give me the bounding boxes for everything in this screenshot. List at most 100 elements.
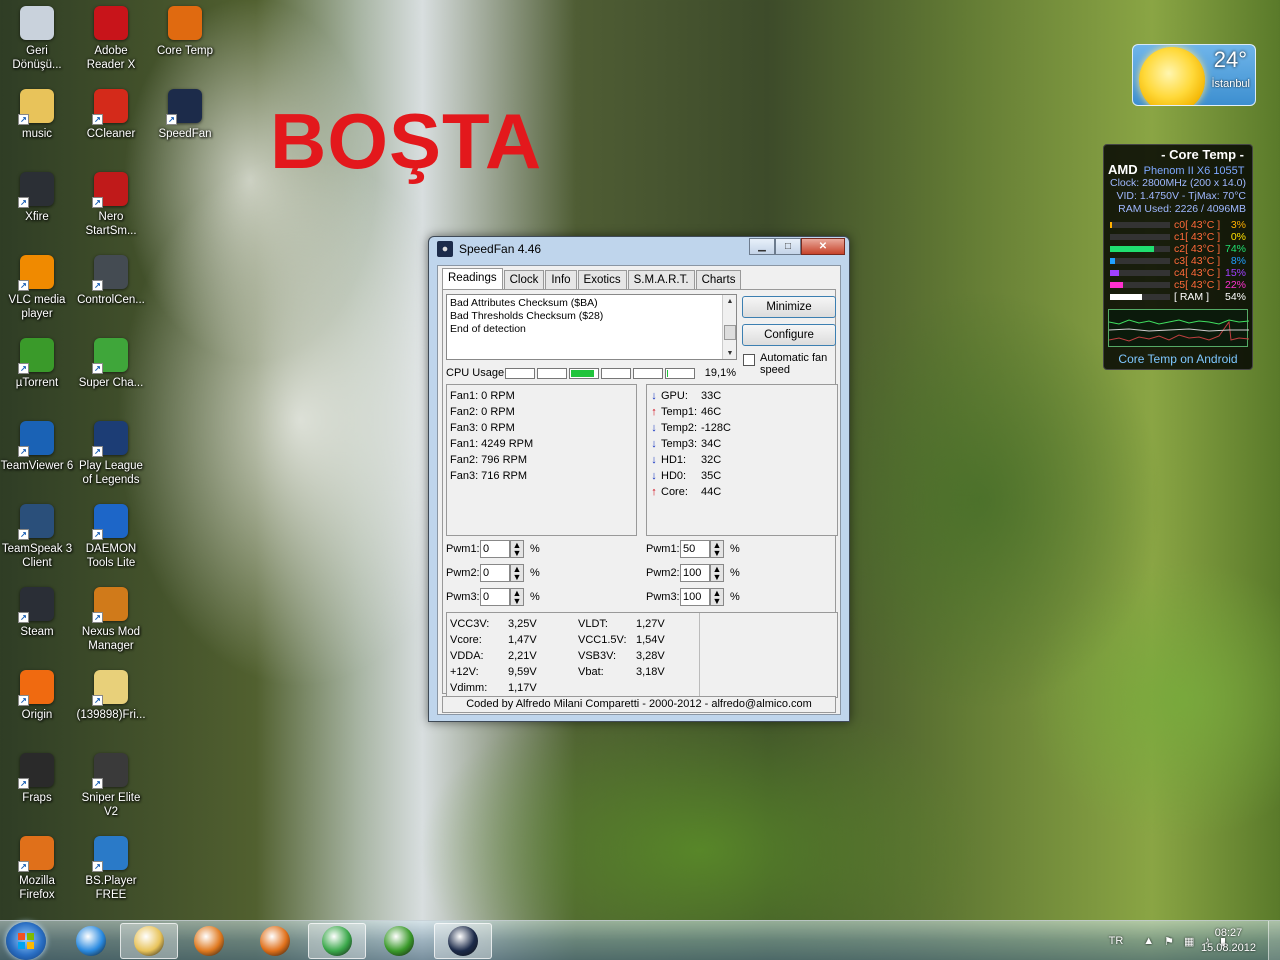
cpu-usage-row: CPU Usage 19,1% <box>446 366 736 380</box>
pwm-spinner[interactable]: ▲ ▼ <box>510 588 524 606</box>
desktop-icon[interactable]: ↗ music <box>0 89 74 141</box>
pwm-input[interactable]: 0 <box>480 564 510 582</box>
scroll-up-icon[interactable]: ▲ <box>723 295 737 307</box>
pwm-input[interactable]: 0 <box>480 588 510 606</box>
temp-name: GPU: <box>661 390 688 402</box>
configure-button[interactable]: Configure <box>742 324 836 346</box>
pwm-spinner[interactable]: ▲ ▼ <box>710 540 724 558</box>
desktop-icon[interactable]: ↗ TeamSpeak 3 Client <box>0 504 74 570</box>
auto-fan-speed-checkbox[interactable]: Automatic fan speed <box>741 352 841 376</box>
pwm-spinner[interactable]: ▲ ▼ <box>510 564 524 582</box>
desktop-icon[interactable]: ↗ TeamViewer 6 <box>0 421 74 473</box>
pwm-input[interactable]: 50 <box>680 540 710 558</box>
core-load-row: c3[ 43°C ] 8% <box>1108 255 1248 267</box>
desktop-icon[interactable]: ↗ Nexus Mod Manager <box>74 587 148 653</box>
taskbar-app-button[interactable] <box>62 923 120 959</box>
close-window-button[interactable]: ✕ <box>801 238 845 255</box>
start-button[interactable] <box>6 922 46 960</box>
minimize-button[interactable]: Minimize <box>742 296 836 318</box>
taskbar-app-button[interactable] <box>308 923 366 959</box>
desktop-icon[interactable]: ↗ Origin <box>0 670 74 722</box>
desktop-icon[interactable]: Geri Dönüşü... <box>0 6 74 72</box>
temp-name: Temp3: <box>661 438 698 450</box>
show-desktop-button[interactable] <box>1268 921 1280 960</box>
checkbox-box[interactable] <box>743 354 755 366</box>
temp-reading: ↓ HD1: 32C <box>647 452 837 468</box>
desktop-icon[interactable]: ↗ Play League of Legends <box>74 421 148 487</box>
action-center-icon[interactable]: ⚑ <box>1164 935 1174 948</box>
desktop-icon[interactable]: ↗ Super Cha... <box>74 338 148 390</box>
clock[interactable]: 08:27 15.08.2012 <box>1201 926 1256 956</box>
core-temp-android-link[interactable]: Core Temp on Android <box>1104 352 1252 366</box>
desktop-icon[interactable]: ↗ DAEMON Tools Lite <box>74 504 148 570</box>
desktop-icon[interactable]: Adobe Reader X <box>74 6 148 72</box>
tray-expand-icon[interactable]: ▲ <box>1143 935 1154 947</box>
detection-log[interactable]: Bad Attributes Checksum ($BA) Bad Thresh… <box>446 294 737 360</box>
speedfan-icon: ↗ <box>166 89 202 125</box>
desktop-icon[interactable]: Core Temp <box>148 6 222 58</box>
tab-charts[interactable]: Charts <box>695 270 742 289</box>
scroll-thumb[interactable] <box>724 325 736 340</box>
voltage-reading: VDDA: 2,21V <box>450 648 537 664</box>
desktop-icon-label: ControlCen... <box>77 294 145 306</box>
core-label: c0[ 43°C ] <box>1174 219 1221 231</box>
taskbar-app-button[interactable] <box>120 923 178 959</box>
tab-clock[interactable]: Clock <box>503 270 545 289</box>
shortcut-arrow-icon: ↗ <box>92 197 103 208</box>
taskbar-app-button[interactable] <box>180 923 238 959</box>
title-bar[interactable]: SpeedFan 4.46 ▁ □ ✕ <box>429 237 849 261</box>
core-load-bar <box>1110 282 1170 288</box>
weather-temp: 24° <box>1213 47 1247 72</box>
taskbar-app-button[interactable] <box>246 923 304 959</box>
desktop-icon[interactable]: ↗ ControlCen... <box>74 255 148 307</box>
pwm-spinner[interactable]: ▲ ▼ <box>710 564 724 582</box>
overlay-text: BOŞTA <box>270 97 543 185</box>
core-percent: 0% <box>1230 231 1246 243</box>
shortcut-arrow-icon: ↗ <box>18 861 29 872</box>
desktop-icon[interactable]: ↗ Mozilla Firefox <box>0 836 74 902</box>
speedfan-icon <box>448 926 478 956</box>
core-load-bar <box>1110 270 1170 276</box>
load-graph <box>1108 309 1249 347</box>
taskbar-app-button[interactable] <box>370 923 428 959</box>
shortcut-arrow-icon: ↗ <box>92 695 103 706</box>
tab-smart[interactable]: S.M.A.R.T. <box>627 270 695 289</box>
language-indicator[interactable]: TR <box>1109 935 1124 947</box>
network-icon[interactable]: ▦ <box>1184 935 1194 948</box>
maximize-window-button[interactable]: □ <box>775 238 801 255</box>
pwm-input[interactable]: 0 <box>480 540 510 558</box>
desktop-icon[interactable]: ↗ BS.Player FREE <box>74 836 148 902</box>
tab-readings[interactable]: Readings <box>442 268 503 290</box>
voltage-value: 1,54V <box>636 634 665 646</box>
desktop-icon[interactable]: ↗ VLC media player <box>0 255 74 321</box>
tab-exotics[interactable]: Exotics <box>577 270 627 289</box>
desktop-icon[interactable]: ↗ Nero StartSm... <box>74 172 148 238</box>
desktop-icon[interactable]: ↗ Steam <box>0 587 74 639</box>
log-scrollbar[interactable]: ▲ ▼ <box>722 295 736 359</box>
temp-value: 34C <box>701 438 722 450</box>
core-label: c1[ 43°C ] <box>1174 231 1221 243</box>
pwm-input[interactable]: 100 <box>680 564 710 582</box>
minimize-window-button[interactable]: ▁ <box>749 238 775 255</box>
core-load-bar <box>1110 246 1170 252</box>
desktop-icon[interactable]: ↗ CCleaner <box>74 89 148 141</box>
desktop-icon[interactable]: ↗ Sniper Elite V2 <box>74 753 148 819</box>
pwm-spinner[interactable]: ▲ ▼ <box>510 540 524 558</box>
ccleaner-icon: ↗ <box>92 89 128 125</box>
weather-gadget[interactable]: 24° İstanbul <box>1132 44 1256 106</box>
pwm-input[interactable]: 100 <box>680 588 710 606</box>
voltage-name: Vdimm: <box>450 682 488 694</box>
taskbar-app-button[interactable] <box>434 923 492 959</box>
desktop-icon[interactable]: ↗ (139898)Fri... <box>74 670 148 722</box>
core-temp-gadget[interactable]: - Core Temp - AMD Phenom II X6 1055T Clo… <box>1103 144 1253 370</box>
scroll-down-icon[interactable]: ▼ <box>723 347 737 359</box>
clock-time: 08:27 <box>1214 927 1243 939</box>
core-load-bar <box>1110 294 1170 300</box>
desktop-icon[interactable]: ↗ SpeedFan <box>148 89 222 141</box>
pwm-spinner[interactable]: ▲ ▼ <box>710 588 724 606</box>
desktop-icon[interactable]: ↗ µTorrent <box>0 338 74 390</box>
tab-info[interactable]: Info <box>545 270 577 289</box>
fan-reading: Fan2: 796 RPM <box>450 454 528 466</box>
desktop-icon[interactable]: ↗ Xfire <box>0 172 74 224</box>
desktop-icon[interactable]: ↗ Fraps <box>0 753 74 805</box>
